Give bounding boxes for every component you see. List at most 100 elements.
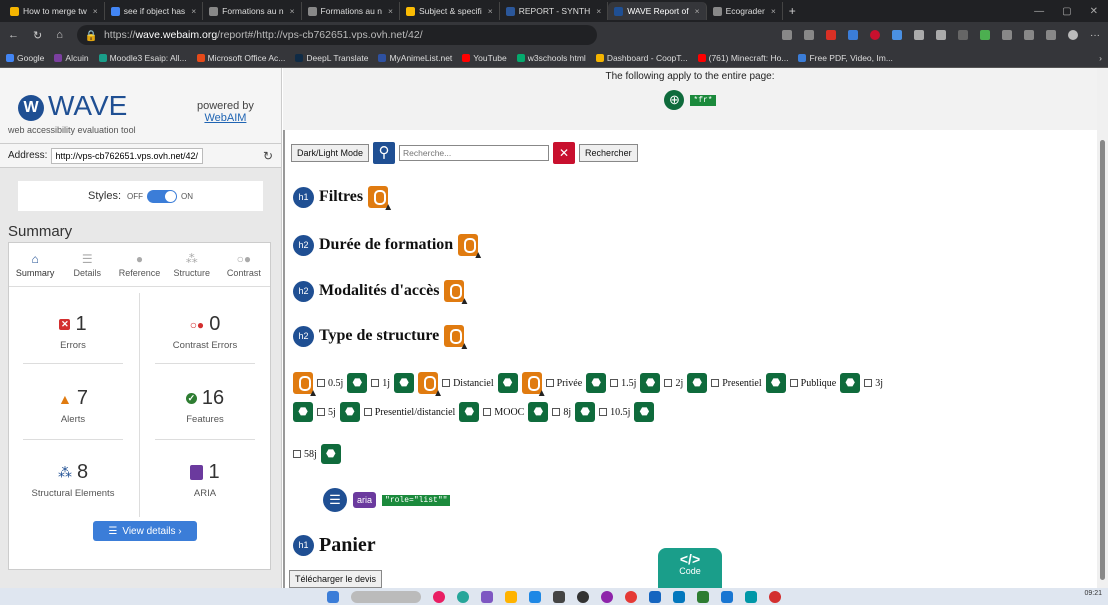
- bookmark-item[interactable]: Moodle3 Esaip: All...: [98, 53, 187, 63]
- checkbox-item[interactable]: 5j: [317, 407, 336, 418]
- label-icon[interactable]: ⬣: [394, 373, 415, 393]
- unordered-list-icon[interactable]: ☰: [323, 488, 347, 512]
- browser-tab[interactable]: Formations au n ×: [302, 2, 400, 20]
- checkbox-item[interactable]: Distanciel: [442, 378, 494, 389]
- checkbox-item[interactable]: Presentiel/distanciel: [363, 407, 455, 418]
- fieldset-alert-icon[interactable]: [293, 372, 318, 399]
- bookmark-item[interactable]: (761) Minecraft: Ho...: [697, 53, 788, 63]
- checkbox-item[interactable]: 8j: [552, 407, 571, 418]
- tab-summary[interactable]: ⌂ Summary: [9, 243, 61, 286]
- checkbox[interactable]: [552, 408, 561, 416]
- taskbar-app-icon[interactable]: [649, 590, 661, 603]
- label-icon[interactable]: ⬣: [497, 373, 518, 393]
- features-stat[interactable]: ✓ 16 Features: [141, 375, 269, 445]
- refresh-icon[interactable]: ↻: [263, 149, 273, 163]
- extension-icon[interactable]: [914, 29, 924, 40]
- page-scrollbar[interactable]: [1097, 68, 1108, 588]
- extension-icon[interactable]: [936, 29, 946, 40]
- checkbox[interactable]: [610, 379, 619, 387]
- h2-icon[interactable]: h2: [293, 234, 314, 256]
- bookmark-item[interactable]: Free PDF, Video, Im...: [798, 53, 893, 63]
- h2-icon[interactable]: h2: [293, 325, 314, 347]
- bookmark-item[interactable]: MyAnimeList.net: [378, 53, 452, 63]
- taskbar-app-icon[interactable]: [481, 590, 493, 603]
- scrollbar-thumb[interactable]: [1100, 140, 1105, 580]
- taskbar-app-icon[interactable]: [553, 590, 565, 603]
- checkbox[interactable]: [317, 408, 325, 416]
- taskbar-app-icon[interactable]: [769, 590, 781, 603]
- checkbox[interactable]: [442, 379, 451, 387]
- close-window-icon[interactable]: ✕: [1090, 6, 1098, 17]
- contrast-stat[interactable]: ○● 0 Contrast Errors: [141, 301, 269, 371]
- close-icon[interactable]: ×: [488, 6, 493, 16]
- alerts-stat[interactable]: ▲ 7 Alerts: [9, 375, 137, 445]
- bookmark-item[interactable]: Dashboard - CoopT...: [595, 53, 688, 63]
- extension-icon[interactable]: [980, 29, 990, 40]
- close-icon[interactable]: ×: [290, 6, 295, 16]
- checkbox[interactable]: [789, 379, 798, 387]
- checkbox[interactable]: [317, 379, 325, 387]
- maximize-icon[interactable]: ▢: [1062, 6, 1071, 17]
- checkbox[interactable]: [371, 379, 380, 387]
- download-quote-button[interactable]: Télécharger le devis: [289, 570, 383, 588]
- label-icon[interactable]: ⬣: [459, 402, 480, 422]
- read-aloud-icon[interactable]: [782, 29, 792, 40]
- errors-stat[interactable]: ✕ 1 Errors: [9, 301, 137, 371]
- browser-tab[interactable]: Subject & specifi ×: [400, 2, 500, 20]
- browser-tab[interactable]: see if object has ×: [105, 2, 204, 20]
- checkbox-item[interactable]: Presentiel: [711, 378, 762, 389]
- h1-icon[interactable]: h1: [293, 186, 314, 208]
- extension-icon[interactable]: [826, 29, 836, 40]
- styles-toggle[interactable]: [147, 189, 177, 203]
- tab-structure[interactable]: ⁂ Structure: [166, 243, 218, 286]
- search-label-icon[interactable]: ⚲: [373, 142, 396, 164]
- search-input[interactable]: [399, 145, 550, 161]
- extension-icon[interactable]: [958, 29, 968, 40]
- chevron-right-icon[interactable]: ›: [1099, 53, 1102, 63]
- taskbar-app-icon[interactable]: [601, 590, 613, 603]
- bookmark-item[interactable]: YouTube: [462, 53, 507, 63]
- checkbox[interactable]: [545, 379, 554, 387]
- profile-avatar-icon[interactable]: [1068, 29, 1078, 40]
- search-button[interactable]: Rechercher: [579, 144, 638, 162]
- bookmark-item[interactable]: Alcuin: [54, 53, 89, 63]
- label-icon[interactable]: ⬣: [320, 444, 341, 464]
- url-input[interactable]: 🔒 https://wave.webaim.org/report#/http:/…: [76, 25, 597, 45]
- taskbar-search[interactable]: [351, 590, 421, 603]
- split-screen-icon[interactable]: [1024, 29, 1034, 40]
- close-icon[interactable]: ×: [596, 6, 601, 16]
- close-icon[interactable]: ×: [388, 6, 393, 16]
- checkbox-item[interactable]: Publique: [789, 378, 836, 389]
- address-input[interactable]: [51, 147, 204, 164]
- taskbar-app-icon[interactable]: [457, 590, 469, 603]
- structural-stat[interactable]: ⁂ 8 Structural Elements: [9, 449, 137, 519]
- label-icon[interactable]: ⬣: [347, 373, 368, 393]
- home-icon[interactable]: ⌂: [56, 29, 63, 41]
- reload-icon[interactable]: ↻: [33, 29, 42, 42]
- checkbox[interactable]: [483, 408, 492, 416]
- checkbox[interactable]: [864, 379, 873, 387]
- checkbox-item[interactable]: 1j: [371, 378, 390, 389]
- checkbox[interactable]: [664, 379, 673, 387]
- browser-tab-active[interactable]: WAVE Report of ×: [608, 2, 707, 20]
- code-toggle-button[interactable]: </> Code: [658, 548, 722, 588]
- h2-icon[interactable]: h2: [293, 280, 314, 302]
- start-icon[interactable]: [327, 590, 339, 603]
- taskbar-app-icon[interactable]: [625, 590, 637, 603]
- bookmark-item[interactable]: Google: [6, 53, 44, 63]
- language-badge[interactable]: *fr*: [690, 94, 716, 106]
- refresh-extension-icon[interactable]: [1002, 29, 1012, 40]
- favorite-icon[interactable]: [804, 29, 814, 40]
- taskbar-folder-icon[interactable]: [505, 590, 517, 603]
- taskbar-app-icon[interactable]: [433, 590, 445, 603]
- label-icon[interactable]: ⬣: [634, 402, 655, 422]
- taskbar-app-icon[interactable]: [529, 590, 541, 603]
- bookmark-item[interactable]: DeepL Translate: [295, 53, 368, 63]
- new-tab-icon[interactable]: +: [789, 4, 796, 18]
- label-icon[interactable]: ⬣: [840, 373, 861, 393]
- aria-badge[interactable]: aria: [353, 492, 377, 508]
- alert-icon[interactable]: [368, 186, 393, 213]
- label-icon[interactable]: ⬣: [687, 373, 708, 393]
- checkbox[interactable]: [711, 379, 720, 387]
- checkbox-item[interactable]: Privée: [545, 378, 582, 389]
